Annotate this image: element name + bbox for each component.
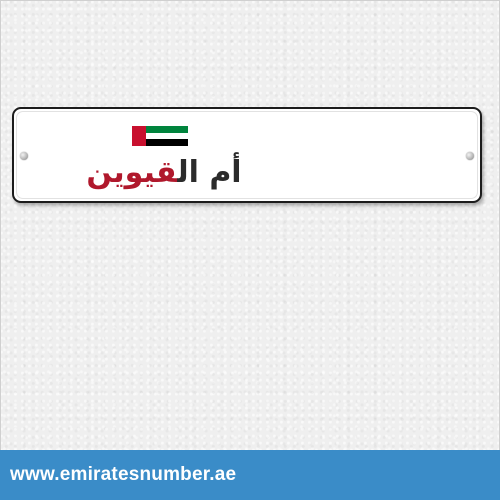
emirate-name: أم القيوين (84, 151, 244, 195)
image-frame (0, 0, 500, 500)
emirate-name-part2: قيوين (86, 155, 178, 190)
flag-stripe-green (146, 126, 188, 133)
right-screw-icon (466, 152, 474, 160)
footer-bar: www.emiratesnumber.ae (0, 450, 500, 500)
left-screw-icon (20, 152, 28, 160)
flag-stripes (146, 126, 188, 147)
website-link[interactable]: www.emiratesnumber.ae (10, 464, 236, 486)
license-plate: أم القيوين (12, 107, 482, 203)
emirate-name-part1: أم ال (177, 155, 242, 190)
flag-stripe-black (146, 139, 188, 147)
uae-flag-icon (132, 126, 188, 147)
flag-stripe-white (146, 132, 188, 140)
flag-hoist (132, 126, 146, 146)
